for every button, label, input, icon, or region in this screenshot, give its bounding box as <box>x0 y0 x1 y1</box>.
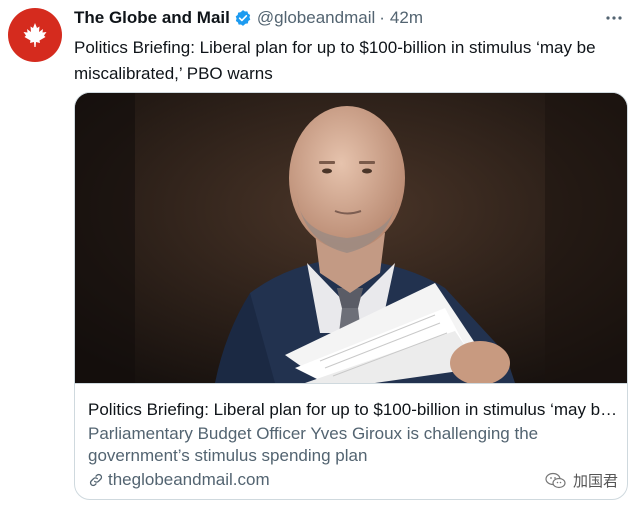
card-divider <box>75 383 627 384</box>
card-title[interactable]: Politics Briefing: Liberal plan for up t… <box>88 399 618 421</box>
link-card[interactable]: Politics Briefing: Liberal plan for up t… <box>74 92 628 500</box>
tweet-text: Politics Briefing: Liberal plan for up t… <box>74 38 596 83</box>
more-options-icon[interactable] <box>604 7 624 29</box>
watermark: 加国君 <box>545 470 618 491</box>
link-icon <box>88 472 104 488</box>
separator-dot: · <box>379 8 385 27</box>
author-name[interactable]: The Globe and Mail <box>74 8 230 28</box>
watermark-text: 加国君 <box>572 472 618 490</box>
card-domain-text: theglobeandmail.com <box>108 470 270 489</box>
card-domain[interactable]: theglobeandmail.com <box>88 469 270 491</box>
author-avatar[interactable] <box>8 8 62 62</box>
tweet-timestamp[interactable]: 42m <box>390 8 423 28</box>
card-description: Parliamentary Budget Officer Yves Giroux… <box>88 424 539 465</box>
author-handle[interactable]: @globeandmail <box>257 8 375 28</box>
wechat-icon <box>545 472 567 490</box>
card-image[interactable] <box>75 93 627 383</box>
tweet-header: The Globe and Mail @globeandmail · 42m <box>74 7 624 29</box>
maple-leaf-icon <box>23 23 47 47</box>
verified-badge-icon <box>234 9 252 27</box>
